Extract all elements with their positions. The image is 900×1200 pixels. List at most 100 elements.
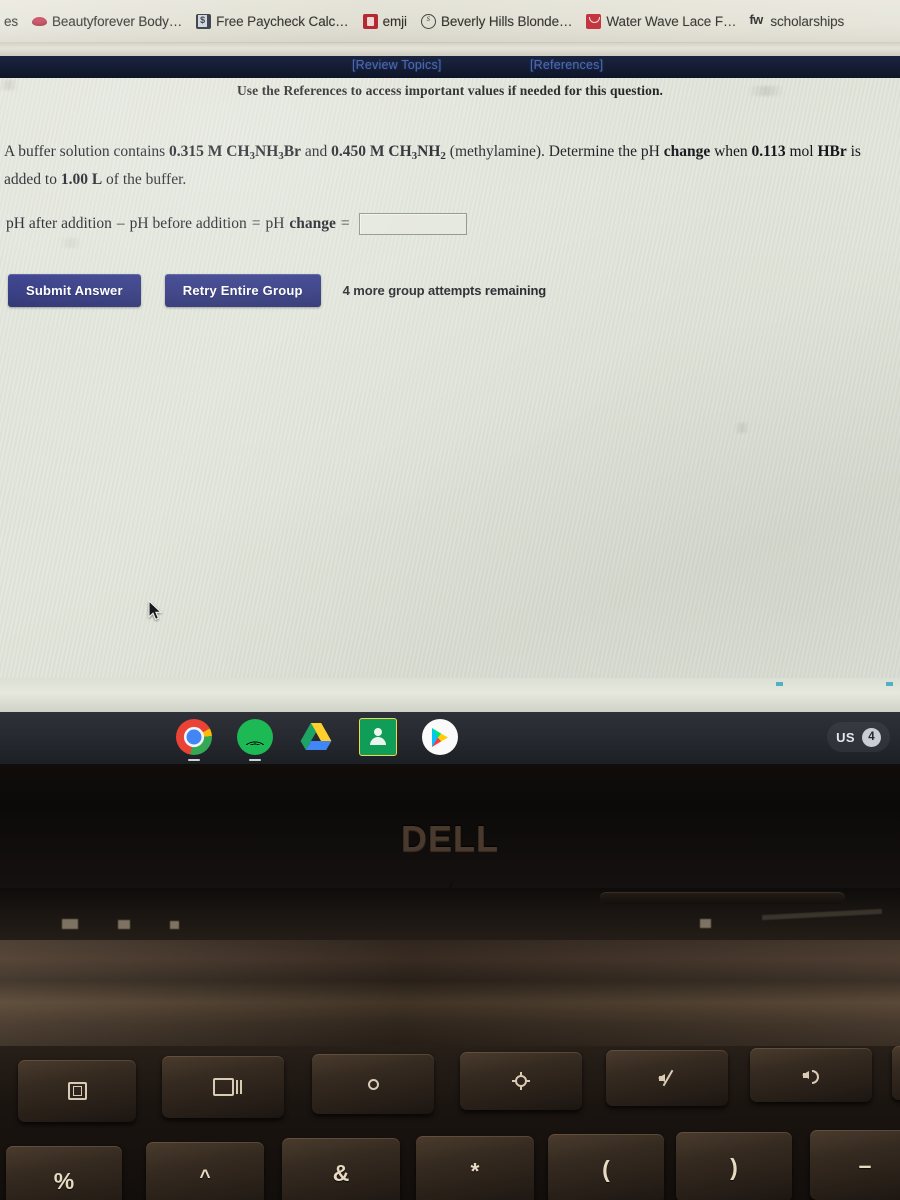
dell-brand-logo: DELL bbox=[401, 818, 499, 859]
bookmark-item-beverly-hills-blonde[interactable]: Beverly Hills Blonde… bbox=[414, 7, 579, 37]
minus-key-label: – bbox=[858, 1151, 872, 1178]
laptop-deck bbox=[0, 940, 900, 1060]
laptop-keyboard: % ^ & * ( ) – bbox=[0, 1046, 900, 1200]
question-middle: . Determine the pH bbox=[541, 143, 664, 160]
bookmark-bar-divider bbox=[0, 43, 900, 56]
answer-minus: – bbox=[116, 215, 125, 232]
brightness-up-key[interactable] bbox=[460, 1052, 582, 1110]
mute-key[interactable] bbox=[606, 1050, 728, 1106]
browser-bookmark-bar: es Beautyforever Body… Free Paycheck Cal… bbox=[0, 0, 900, 43]
laptop-bezel: DELL bbox=[0, 764, 900, 906]
hinge-glint bbox=[118, 920, 130, 929]
attempts-remaining-text: 4 more group attempts remaining bbox=[342, 283, 547, 298]
percent-key-label: % bbox=[53, 1167, 75, 1194]
laptop-screen: es Beautyforever Body… Free Paycheck Cal… bbox=[0, 0, 900, 712]
bookmark-label: es bbox=[3, 14, 18, 29]
topic-links-bar: [Review Topics] [References] bbox=[0, 56, 900, 78]
answer-label-b: pH before addition bbox=[129, 215, 247, 232]
scroll-marker[interactable] bbox=[776, 682, 783, 686]
homework-page: Use the References to access important v… bbox=[0, 78, 900, 678]
fw-favicon-icon bbox=[749, 12, 767, 29]
question-name2: (methylamine) bbox=[445, 143, 542, 160]
brightness-down-icon bbox=[367, 1078, 379, 1090]
ampersand-key-label: & bbox=[332, 1159, 350, 1186]
system-tray[interactable]: US 4 bbox=[827, 722, 890, 752]
question-moles-unit: mol bbox=[785, 143, 818, 160]
dell-logo-wrap: DELL bbox=[0, 818, 900, 906]
minus-key[interactable]: – bbox=[810, 1130, 900, 1200]
next-function-key[interactable] bbox=[892, 1046, 900, 1100]
hinge-glint bbox=[170, 921, 179, 929]
bookmark-label: scholarships bbox=[770, 14, 845, 29]
chrome-app-icon[interactable] bbox=[176, 719, 212, 761]
percent-key[interactable]: % bbox=[6, 1146, 122, 1200]
paren-open-key[interactable]: ( bbox=[548, 1134, 664, 1200]
ampersand-key[interactable]: & bbox=[282, 1138, 400, 1200]
drive-app-icon[interactable] bbox=[298, 719, 334, 755]
question-when: when bbox=[710, 143, 752, 160]
scroll-marker[interactable] bbox=[886, 682, 893, 686]
fullscreen-key[interactable] bbox=[18, 1060, 136, 1122]
shelf-app-list bbox=[176, 718, 458, 761]
question-change-word: change bbox=[663, 143, 711, 160]
classroom-app-icon[interactable] bbox=[359, 718, 397, 756]
question-conjunction: and bbox=[301, 143, 332, 160]
hinge-glint bbox=[761, 908, 883, 921]
caret-key-label: ^ bbox=[199, 1166, 211, 1188]
answer-equals-2: = bbox=[340, 215, 350, 232]
asterisk-key[interactable]: * bbox=[416, 1136, 534, 1200]
answer-label-c: pH bbox=[265, 215, 285, 232]
glare-smudge bbox=[735, 423, 749, 433]
bookmark-item-beautyforever[interactable]: Beautyforever Body… bbox=[25, 7, 189, 37]
paren-open-key-label: ( bbox=[602, 1155, 610, 1182]
volume-up-key[interactable] bbox=[750, 1048, 872, 1102]
brightness-up-icon bbox=[515, 1072, 527, 1090]
retry-entire-group-button[interactable]: Retry Entire Group bbox=[164, 274, 321, 307]
bookmark-label: Beverly Hills Blonde… bbox=[440, 14, 573, 29]
water-wave-favicon-icon bbox=[586, 14, 602, 29]
glare-smudge bbox=[748, 86, 784, 96]
spotify-app-icon[interactable] bbox=[237, 719, 273, 761]
question-tail: of the buffer. bbox=[102, 171, 187, 189]
hinge-glint bbox=[700, 919, 711, 928]
question-acid: HBr bbox=[817, 143, 847, 160]
laptop-hinge bbox=[0, 888, 900, 940]
answer-equation-row: pH after addition – pH before addition =… bbox=[6, 213, 467, 235]
caret-key[interactable]: ^ bbox=[146, 1142, 264, 1200]
paren-close-key[interactable]: ) bbox=[676, 1132, 792, 1200]
question-formula2: CH3NH2 bbox=[388, 143, 446, 162]
bookmark-item-emji[interactable]: emji bbox=[356, 7, 414, 37]
question-conc2: 0.450 bbox=[331, 143, 367, 160]
question-unit1: M bbox=[203, 143, 227, 160]
bookmark-item-paycheck-calc[interactable]: Free Paycheck Calc… bbox=[189, 7, 355, 37]
play-store-app-icon[interactable] bbox=[422, 719, 458, 755]
hinge-vent-bar bbox=[600, 892, 845, 904]
answer-equals-1: = bbox=[251, 215, 261, 232]
window-overview-key[interactable] bbox=[162, 1056, 284, 1118]
bookmark-label: emji bbox=[382, 14, 407, 29]
review-topics-link[interactable]: [Review Topics] bbox=[352, 58, 442, 72]
bookmark-item-es[interactable]: es bbox=[0, 7, 25, 37]
paycheck-favicon-icon bbox=[196, 14, 212, 29]
bookmark-label: Beautyforever Body… bbox=[52, 14, 183, 29]
bookmark-label: Free Paycheck Calc… bbox=[216, 14, 349, 29]
submit-answer-button[interactable]: Submit Answer bbox=[8, 274, 141, 307]
lips-favicon-icon bbox=[32, 14, 47, 29]
bookmark-item-scholarships[interactable]: scholarships bbox=[743, 7, 851, 37]
glare-smudge bbox=[60, 238, 82, 248]
ph-change-answer-input[interactable] bbox=[358, 213, 467, 235]
brightness-down-key[interactable] bbox=[312, 1054, 434, 1114]
question-prefix: A buffer solution contains bbox=[4, 143, 170, 160]
answer-label-d: change bbox=[289, 215, 336, 232]
bookmark-item-water-wave-lace[interactable]: Water Wave Lace F… bbox=[579, 7, 743, 37]
f2-mid: NH bbox=[417, 143, 441, 160]
f2-pre: CH bbox=[388, 143, 412, 160]
f1-mid: NH bbox=[255, 143, 279, 160]
app-running-indicator bbox=[188, 759, 200, 761]
action-button-row: Submit Answer Retry Entire Group 4 more … bbox=[8, 274, 546, 307]
emji-favicon-icon bbox=[362, 14, 378, 29]
question-volume-unit: L bbox=[87, 171, 103, 189]
question-formula1: CH3NH3Br bbox=[226, 143, 301, 162]
references-link[interactable]: [References] bbox=[530, 58, 603, 72]
asterisk-key-label: * bbox=[470, 1157, 480, 1184]
